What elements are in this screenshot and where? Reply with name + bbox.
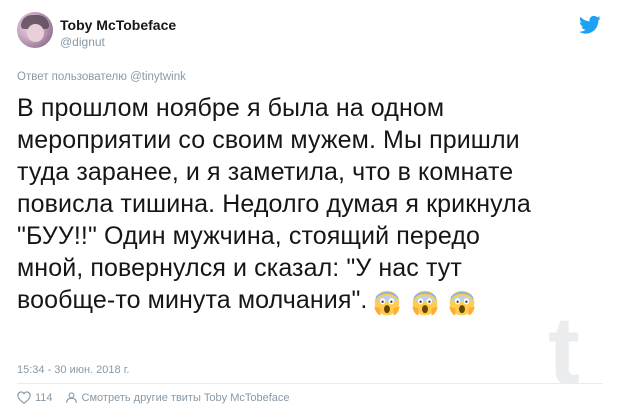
tweet-footer: 114 Смотреть другие твиты Toby McTobefac…	[17, 391, 290, 404]
tweet-line: мной, повернулся и сказал: "У нас тут	[17, 254, 462, 282]
emoji-group	[373, 285, 477, 317]
tweet-line: "БУУ!!" Один мужчина, стоящий передо	[17, 222, 481, 250]
divider	[17, 383, 603, 384]
heart-icon[interactable]	[17, 391, 31, 404]
reply-mention-link[interactable]: @tinytwink	[130, 71, 186, 83]
twitter-bird-icon[interactable]	[579, 15, 601, 35]
tweet-line: вообще-то минута молчания".	[17, 286, 368, 314]
like-count[interactable]: 114	[35, 392, 53, 404]
tweet-timestamp[interactable]: 15:34 - 30 июн. 2018 г.	[17, 364, 129, 376]
tweet-line: мероприятии со своим мужем. Мы пришли	[17, 126, 520, 154]
more-tweets-link[interactable]: Смотреть другие твиты Toby McTobeface	[82, 392, 290, 404]
author-avatar[interactable]	[17, 12, 53, 48]
reply-context: Ответ пользователю @tinytwink	[17, 71, 186, 83]
author-name[interactable]: Toby McTobeface	[60, 17, 176, 33]
face-screaming-in-fear-icon	[374, 290, 401, 316]
reply-prefix: Ответ пользователю	[17, 71, 127, 83]
tweet-text: В прошлом ноябре я была на одном меропри…	[17, 92, 577, 317]
person-icon	[65, 392, 77, 403]
tweet-line-last: вообще-то минута молчания".	[17, 284, 577, 317]
tweet-line: туда заранее, и я заметила, что в комнат…	[17, 158, 514, 186]
avatar-face	[27, 24, 44, 42]
tweet-line: повисла тишина. Недолго думая я крикнула	[17, 190, 531, 218]
face-screaming-in-fear-icon	[448, 290, 475, 316]
face-screaming-in-fear-icon	[411, 290, 438, 316]
tweet-line: В прошлом ноябре я была на одном	[17, 94, 445, 122]
author-handle[interactable]: @dignut	[60, 35, 105, 49]
